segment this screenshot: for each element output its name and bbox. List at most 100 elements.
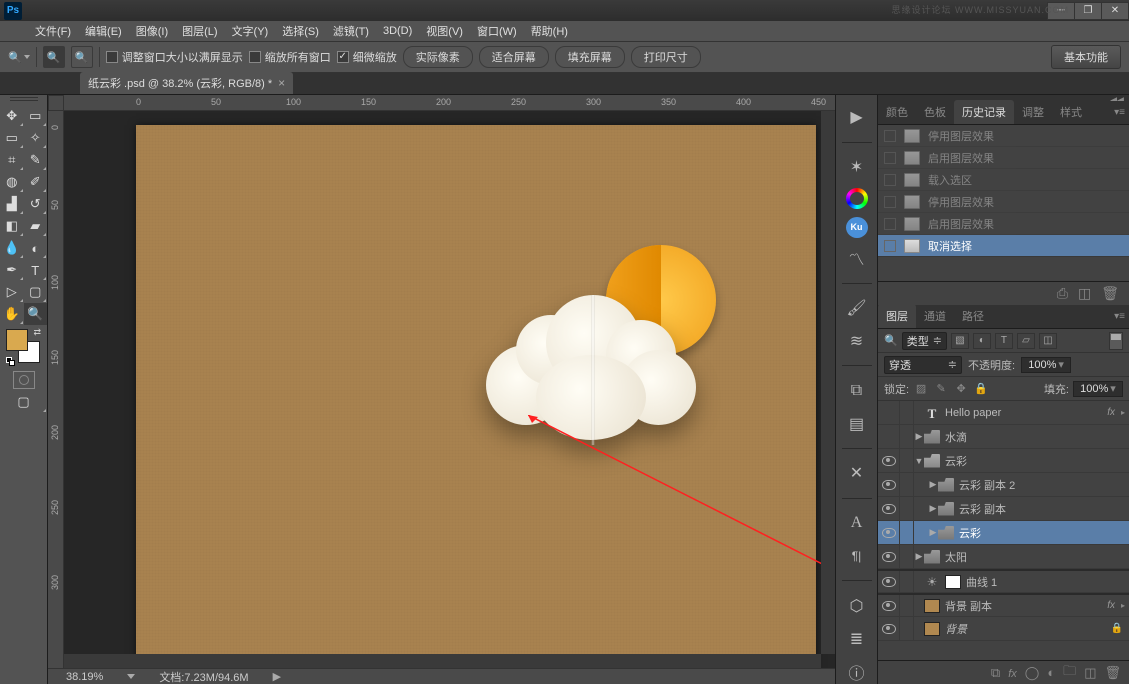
panel-menu-icon[interactable]: ▾≡ — [1114, 107, 1125, 118]
gradient-tool[interactable]: ▰ — [24, 215, 48, 237]
print-size-button[interactable]: 打印尺寸 — [631, 46, 701, 68]
history-item[interactable]: 停用图层效果 — [878, 191, 1129, 213]
visibility-toggle[interactable] — [878, 425, 900, 448]
window-maximize-button[interactable]: ❐ — [1074, 2, 1102, 20]
menu-window[interactable]: 窗口(W) — [470, 21, 524, 41]
visibility-toggle[interactable] — [878, 595, 900, 616]
filter-adjustment-icon[interactable]: ◐ — [973, 333, 991, 349]
document-close-button[interactable]: × — [278, 76, 285, 90]
ruler-origin[interactable] — [48, 95, 64, 111]
layer-row[interactable]: ▶水滴 — [878, 425, 1129, 449]
fill-input[interactable]: 100%▾ — [1073, 381, 1123, 397]
horizontal-scrollbar[interactable] — [64, 654, 821, 668]
menu-image[interactable]: 图像(I) — [129, 21, 175, 41]
lock-pixels-button[interactable]: ✎ — [933, 381, 949, 397]
filter-type-dropdown[interactable]: 类型≑ — [902, 332, 947, 350]
window-close-button[interactable]: ✕ — [1101, 2, 1129, 20]
history-item[interactable]: 载入选区 — [878, 169, 1129, 191]
default-colors-icon[interactable] — [6, 357, 16, 367]
crop-tool[interactable]: ⌗ — [0, 149, 24, 171]
kuler-icon[interactable]: Ku — [846, 217, 868, 238]
layer-row[interactable]: ▶云彩 副本 — [878, 497, 1129, 521]
marquee-tool[interactable]: ▭ — [0, 127, 24, 149]
compass-icon[interactable]: ✶ — [843, 155, 871, 180]
layer-row[interactable]: ▶云彩 副本 2 — [878, 473, 1129, 497]
new-group-button[interactable]: 🗀 — [1063, 662, 1076, 684]
lock-transparency-button[interactable]: ▨ — [913, 381, 929, 397]
menu-help[interactable]: 帮助(H) — [524, 21, 575, 41]
clone-source-icon[interactable]: ⧉ — [843, 378, 871, 403]
filter-toggle-switch[interactable] — [1109, 332, 1123, 350]
tab-adjustments[interactable]: 调整 — [1014, 100, 1052, 124]
history-item[interactable]: 取消选择 — [878, 235, 1129, 257]
vertical-ruler[interactable]: 050100150200250300 — [48, 111, 64, 668]
filter-smart-icon[interactable]: ◫ — [1039, 333, 1057, 349]
visibility-toggle[interactable] — [878, 617, 900, 640]
layer-row[interactable]: ☀曲线 1 — [878, 569, 1129, 593]
brush-settings-icon[interactable]: ≋ — [843, 328, 871, 353]
link-layers-button[interactable]: ⧉ — [991, 665, 1000, 681]
layer-fx-button[interactable]: fx — [1008, 665, 1017, 680]
scrubby-zoom-checkbox[interactable]: 细微缩放 — [337, 49, 397, 65]
fill-screen-button[interactable]: 填充屏幕 — [555, 46, 625, 68]
history-item[interactable]: 停用图层效果 — [878, 125, 1129, 147]
new-layer-button[interactable]: ◫ — [1084, 665, 1096, 681]
opacity-input[interactable]: 100%▾ — [1021, 357, 1071, 373]
visibility-toggle[interactable] — [878, 545, 900, 568]
history-brush-tool[interactable]: ↺ — [24, 193, 48, 215]
layer-row[interactable]: 背景🔒 — [878, 617, 1129, 641]
character-panel-icon[interactable]: A — [843, 511, 871, 536]
document-size-display[interactable]: 文档:7.23M/94.6M — [159, 669, 248, 684]
layer-row[interactable]: ▼云彩 — [878, 449, 1129, 473]
visibility-toggle[interactable] — [878, 521, 900, 544]
zoom-level-display[interactable]: 38.19% — [66, 671, 103, 683]
3d-panel-icon[interactable]: ⬡ — [843, 593, 871, 618]
brush-panel-icon[interactable]: 🖌 — [843, 296, 871, 321]
layers-panel-icon[interactable]: ≣ — [843, 626, 871, 651]
eraser-tool[interactable]: ◧ — [0, 215, 24, 237]
search-icon[interactable]: 🔍 — [884, 334, 898, 347]
zoom-in-button[interactable]: 🔍 — [43, 46, 65, 68]
histogram-icon[interactable]: 〽 — [843, 246, 871, 271]
history-new-button[interactable]: ◫ — [1078, 285, 1091, 302]
tab-layers[interactable]: 图层 — [878, 304, 916, 328]
layer-mask-button[interactable]: ◯ — [1025, 665, 1040, 681]
lock-position-button[interactable]: ✥ — [953, 381, 969, 397]
actual-pixels-button[interactable]: 实际像素 — [403, 46, 473, 68]
foreground-color-swatch[interactable] — [6, 329, 28, 351]
blend-mode-dropdown[interactable]: 穿透≑ — [884, 356, 962, 374]
clone-stamp-tool[interactable]: ▟ — [0, 193, 24, 215]
menu-type[interactable]: 文字(Y) — [225, 21, 276, 41]
resize-window-checkbox[interactable]: 调整窗口大小以满屏显示 — [106, 49, 243, 65]
swap-colors-icon[interactable]: ⇄ — [33, 327, 41, 338]
menu-filter[interactable]: 滤镜(T) — [326, 21, 376, 41]
move-tool[interactable]: ✥ — [0, 105, 24, 127]
tab-swatches[interactable]: 色板 — [916, 100, 954, 124]
status-dropdown-icon[interactable] — [127, 674, 135, 679]
tab-history[interactable]: 历史记录 — [954, 100, 1014, 124]
visibility-toggle[interactable] — [878, 401, 900, 424]
menu-file[interactable]: 文件(F) — [28, 21, 78, 41]
filter-pixel-icon[interactable]: ▧ — [951, 333, 969, 349]
document-canvas[interactable] — [136, 125, 816, 684]
hand-tool[interactable]: ✋ — [0, 303, 24, 325]
type-tool[interactable]: T — [24, 259, 48, 281]
tab-paths[interactable]: 路径 — [954, 304, 992, 328]
zoom-tool-icon[interactable]: 🔍 — [8, 51, 30, 64]
tab-color[interactable]: 颜色 — [878, 100, 916, 124]
brush-tool[interactable]: ✐ — [24, 171, 48, 193]
vertical-scrollbar[interactable] — [821, 111, 835, 654]
screen-mode-button[interactable]: ▢ — [0, 391, 47, 413]
pen-tool[interactable]: ✒ — [0, 259, 24, 281]
tool-presets-icon[interactable]: ✕ — [843, 461, 871, 486]
path-selection-tool[interactable]: ▷ — [0, 281, 24, 303]
color-wheel-icon[interactable] — [846, 188, 868, 209]
visibility-toggle[interactable] — [878, 497, 900, 520]
blur-tool[interactable]: 💧 — [0, 237, 24, 259]
history-delete-button[interactable]: 🗑 — [1101, 285, 1119, 302]
align-icon[interactable]: ▤ — [843, 411, 871, 436]
eyedropper-tool[interactable]: ✎ — [24, 149, 48, 171]
visibility-toggle[interactable] — [878, 571, 900, 592]
filter-type-icon[interactable]: T — [995, 333, 1013, 349]
menu-edit[interactable]: 编辑(E) — [78, 21, 129, 41]
